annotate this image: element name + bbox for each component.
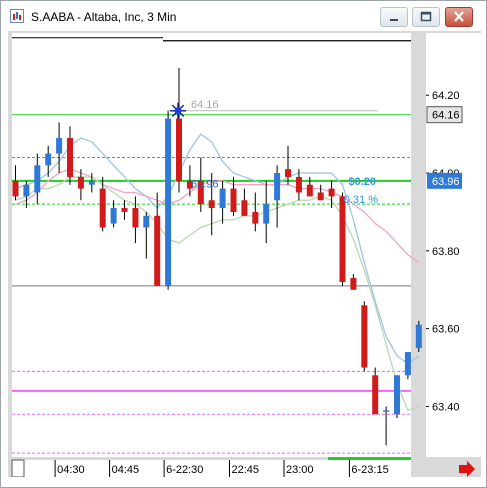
high-marker-star-icon [170,102,186,119]
maximize-icon [420,11,432,22]
candle-body [415,324,422,349]
candle[interactable] [339,192,346,286]
candle-body [372,375,379,415]
candle-body [404,351,411,376]
candle-body [274,173,281,201]
candle-body [88,180,95,185]
candle[interactable] [394,375,400,419]
price-tick-label: 63.40 [432,401,460,413]
candle-body [306,184,313,197]
candle-body [230,188,237,212]
candle-body [252,211,259,224]
minimize-icon [390,19,398,21]
candle-body [383,410,390,412]
star-center [174,107,182,115]
price-change-percent-label: 0.31 % [344,194,378,206]
candle-body [317,192,324,201]
candle-body [285,169,291,177]
candle-body [143,215,150,228]
time-tick-label: 6-22:30 [166,464,203,476]
candle-body [350,278,357,290]
last-price-label: 63.96 [432,176,460,188]
candle-body [241,200,248,216]
price-change-label: $0.20 [348,176,376,188]
candle-body [176,118,182,181]
title-bar[interactable]: S.AABA - Altaba, Inc, 3 Min [1,1,486,31]
high-price-label: 64.16 [191,99,219,111]
candle-body [328,188,335,197]
candle-body [34,165,41,193]
candle[interactable] [165,110,172,290]
candle-body [67,138,73,177]
candle-body [263,204,270,224]
candle-body [77,176,84,189]
time-tick-label: 04:45 [112,464,140,476]
candle-body [394,375,400,415]
candle-body [339,196,346,282]
maximize-button[interactable] [412,7,440,27]
chart-window: S.AABA - Altaba, Inc, 3 Min 64.16 63.96 $0… [0,0,487,488]
candle-body [165,118,172,286]
price-tick-label: 63.80 [432,246,460,258]
plot-area [12,33,411,457]
candle-body [121,208,128,212]
candle-body [361,305,368,368]
candle-body [56,138,63,154]
price-tick-label: 64.20 [432,90,460,102]
candle-body [99,188,106,228]
candle-body [45,153,52,166]
time-tick-label: 6-23:15 [351,464,388,476]
candle-body [154,215,161,286]
close-icon [454,11,464,22]
time-tick-label: 23:00 [286,464,314,476]
candle-body [23,184,30,197]
candle-body [132,208,139,228]
candle[interactable] [404,351,411,380]
low-price-label: 63.96 [191,179,219,191]
candle-body [219,188,226,209]
chart-frame: 64.1663.96$0.200.31 % 64.2064.0063.8063.… [8,31,481,477]
candlestick-chart[interactable]: 64.1663.96$0.200.31 % 64.2064.0063.8063.… [8,31,481,477]
chart-app-icon [10,9,24,23]
close-button[interactable] [445,7,473,27]
minimize-button[interactable] [380,7,408,27]
candle[interactable] [415,320,422,352]
scroll-right-arrow-icon[interactable] [459,461,475,477]
time-tick-label: 22:45 [232,464,260,476]
candle-body [110,208,117,224]
time-tick-label: 04:30 [57,464,85,476]
current-price-label: 64.16 [432,110,460,122]
candle[interactable] [361,301,368,372]
price-tick-label: 63.60 [432,324,460,336]
candle-body [295,176,302,193]
candle-body [208,200,215,209]
time-axis-scroll-box[interactable] [11,459,25,477]
candle-body [12,180,19,197]
window-title: S.AABA - Altaba, Inc, 3 Min [31,10,177,24]
